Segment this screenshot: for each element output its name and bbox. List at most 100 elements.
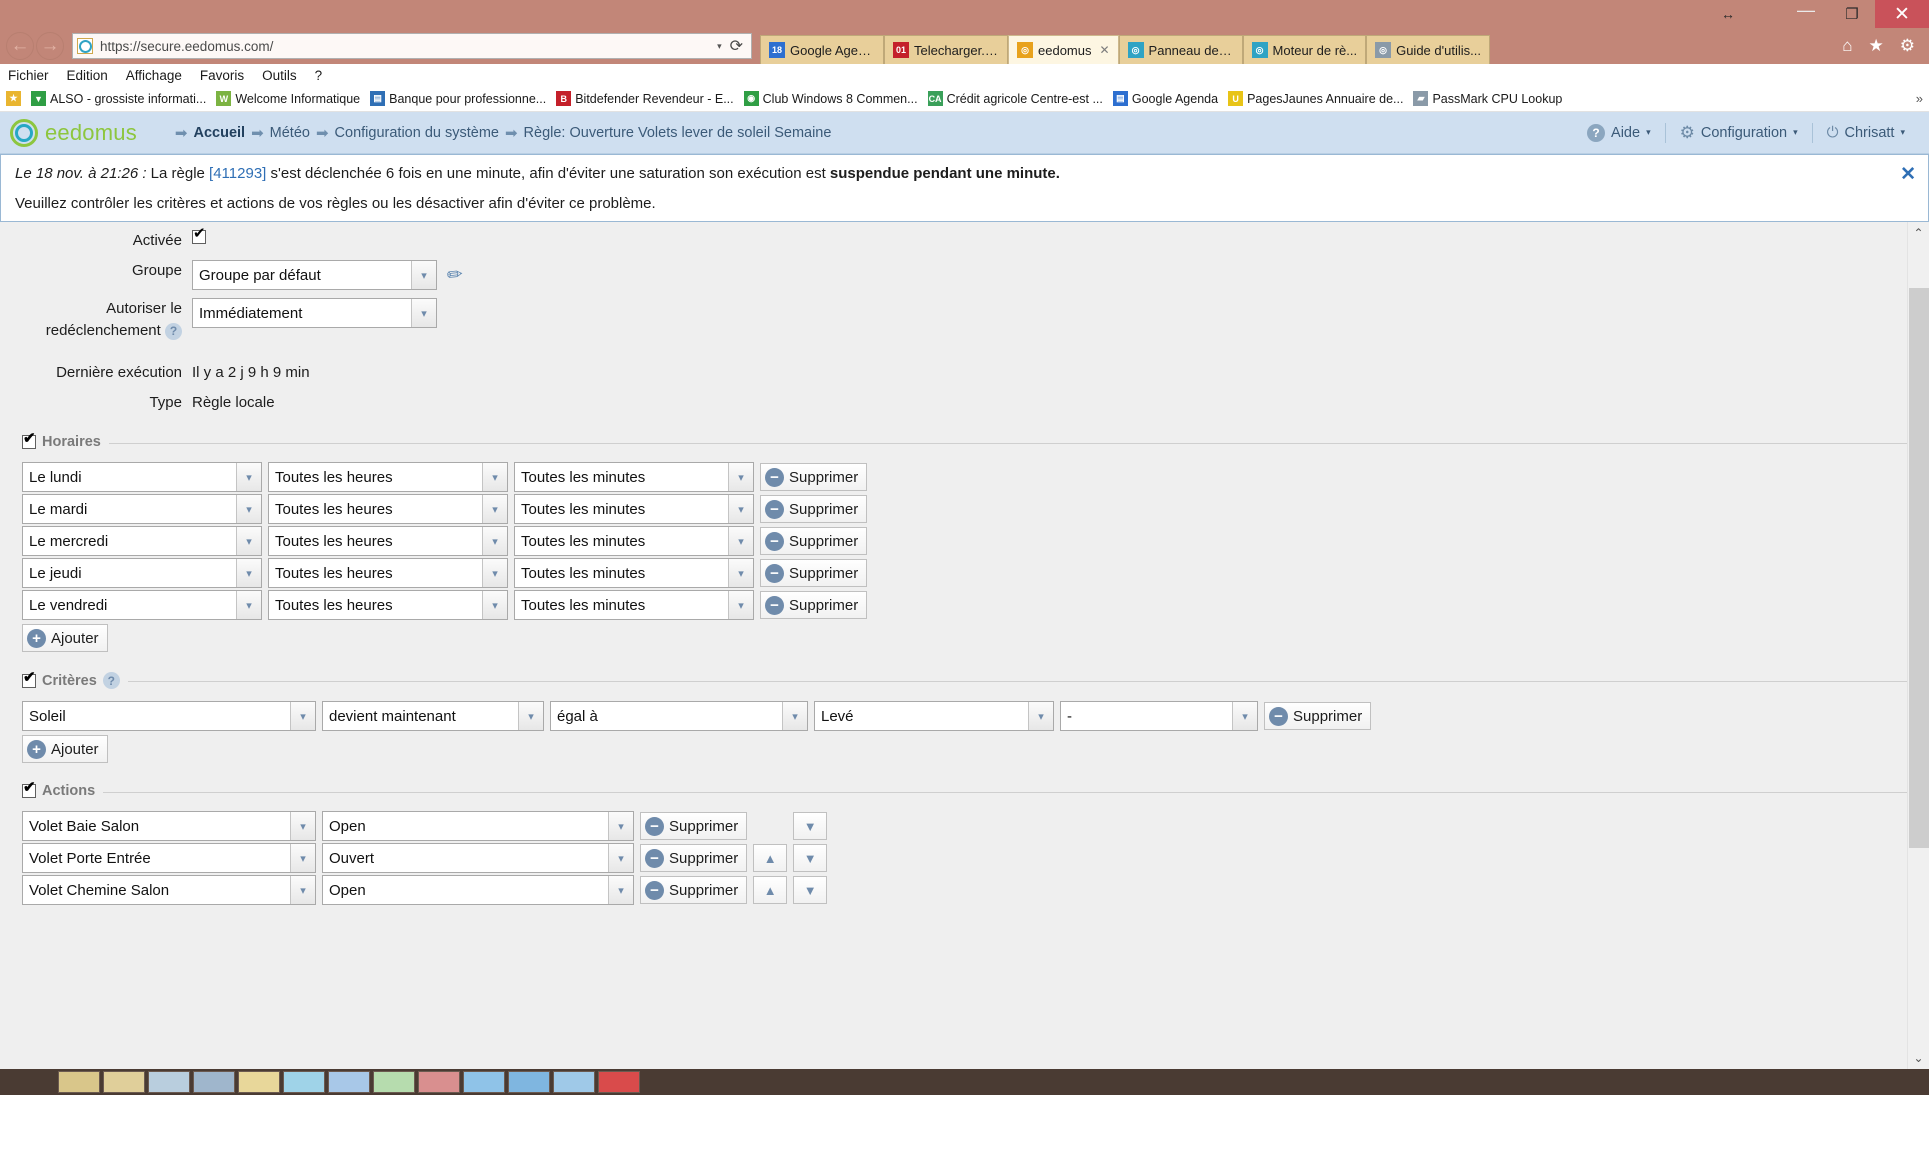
bookmarks-overflow-icon[interactable]: »: [1916, 91, 1923, 106]
horaires-minutes-select-3[interactable]: Toutes les minutes ▾: [514, 558, 754, 588]
breadcrumb-item-2[interactable]: Configuration du système: [335, 125, 499, 141]
browser-tab-5[interactable]: ◎ Guide d'utilis...: [1366, 35, 1490, 64]
browser-tab-4[interactable]: ◎ Moteur de rè...: [1242, 35, 1367, 64]
back-button[interactable]: ←: [6, 32, 34, 60]
scroll-down-button[interactable]: ⌄: [1908, 1047, 1929, 1069]
bookmark-item-2[interactable]: W Welcome Informatique: [216, 91, 360, 106]
taskbar-icon-8[interactable]: [418, 1071, 460, 1093]
scrollbar-thumb[interactable]: [1909, 288, 1929, 848]
scroll-up-button[interactable]: ⌃: [1908, 222, 1929, 244]
bookmark-item-6[interactable]: CA Crédit agricole Centre-est ...: [927, 91, 1103, 106]
delete-row-button[interactable]: − Supprimer: [760, 559, 868, 587]
edit-group-pencil-icon[interactable]: ✏: [446, 263, 464, 288]
taskbar-icon-10[interactable]: [508, 1071, 550, 1093]
browser-tab-1[interactable]: 01 Telecharger.c...: [884, 35, 1008, 64]
horaires-checkbox[interactable]: [22, 431, 36, 449]
actions-move-up-button-1[interactable]: ▲: [753, 844, 788, 872]
browser-tab-3[interactable]: ◎ Panneau de c...: [1118, 35, 1243, 64]
menu-item-0[interactable]: Fichier: [8, 68, 49, 83]
settings-gear-icon[interactable]: ⚙: [1900, 36, 1915, 56]
horaires-day-select-4[interactable]: Le vendredi ▾: [22, 590, 262, 620]
forward-button[interactable]: →: [36, 32, 64, 60]
header-item-user[interactable]: ⏻ Chrisatt ▾: [1813, 124, 1919, 141]
actions-device-select-1[interactable]: Volet Porte Entrée ▾: [22, 843, 316, 873]
actions-device-select-2[interactable]: Volet Chemine Salon ▾: [22, 875, 316, 905]
criteres-value-select-0[interactable]: Levé ▾: [814, 701, 1054, 731]
horaires-day-select-2[interactable]: Le mercredi ▾: [22, 526, 262, 556]
actions-move-down-button-0[interactable]: ▼: [793, 812, 828, 840]
app-logo[interactable]: eedomus: [10, 118, 137, 147]
horaires-minutes-select-1[interactable]: Toutes les minutes ▾: [514, 494, 754, 524]
help-icon[interactable]: ?: [165, 322, 182, 340]
taskbar-icon-4[interactable]: [238, 1071, 280, 1093]
breadcrumb-item-0[interactable]: Accueil: [193, 125, 245, 141]
favorites-icon[interactable]: ★: [1869, 36, 1884, 56]
menu-item-3[interactable]: Favoris: [200, 68, 244, 83]
actions-move-down-button-1[interactable]: ▼: [793, 844, 828, 872]
bookmark-item-7[interactable]: ▤ Google Agenda: [1112, 91, 1218, 106]
address-dropdown-icon[interactable]: ▾: [717, 41, 722, 52]
horaires-day-select-1[interactable]: Le mardi ▾: [22, 494, 262, 524]
reload-icon[interactable]: ⟳: [730, 36, 743, 56]
menu-item-5[interactable]: ?: [315, 68, 323, 83]
enabled-checkbox[interactable]: [192, 226, 206, 244]
menu-item-2[interactable]: Affichage: [126, 68, 182, 83]
delete-row-button[interactable]: − Supprimer: [640, 876, 748, 904]
delete-row-button[interactable]: − Supprimer: [640, 812, 748, 840]
actions-checkbox[interactable]: [22, 780, 36, 798]
bookmark-item-8[interactable]: U PagesJaunes Annuaire de...: [1228, 91, 1403, 106]
address-bar[interactable]: https://secure.eedomus.com/ ▾ ⟳: [72, 33, 752, 59]
taskbar-icon-9[interactable]: [463, 1071, 505, 1093]
actions-command-select-2[interactable]: Open ▾: [322, 875, 634, 905]
menu-item-1[interactable]: Edition: [67, 68, 108, 83]
taskbar-icon-11[interactable]: [553, 1071, 595, 1093]
taskbar-icon-1[interactable]: [103, 1071, 145, 1093]
breadcrumb-item-1[interactable]: Météo: [270, 125, 310, 141]
header-item-configuration[interactable]: ⚙ Configuration ▾: [1666, 123, 1812, 143]
bookmark-item-0[interactable]: ★: [6, 91, 21, 106]
bookmark-item-9[interactable]: ▰ PassMark CPU Lookup: [1413, 91, 1562, 106]
actions-command-select-1[interactable]: Ouvert ▾: [322, 843, 634, 873]
header-item-aide[interactable]: ? Aide ▾: [1573, 123, 1665, 142]
horaires-minutes-select-2[interactable]: Toutes les minutes ▾: [514, 526, 754, 556]
help-icon[interactable]: ?: [102, 672, 120, 689]
criteres-add-button[interactable]: + Ajouter: [22, 735, 108, 763]
delete-row-button[interactable]: − Supprimer: [1264, 702, 1372, 730]
menu-item-4[interactable]: Outils: [262, 68, 297, 83]
horaires-minutes-select-0[interactable]: Toutes les minutes ▾: [514, 462, 754, 492]
group-select[interactable]: Groupe par défaut ▾: [192, 260, 437, 290]
horaires-day-select-0[interactable]: Le lundi ▾: [22, 462, 262, 492]
page-scrollbar[interactable]: ⌃ ⌄: [1907, 222, 1929, 1069]
actions-command-select-0[interactable]: Open ▾: [322, 811, 634, 841]
bookmark-item-5[interactable]: ◉ Club Windows 8 Commen...: [743, 91, 918, 106]
delete-row-button[interactable]: − Supprimer: [760, 495, 868, 523]
taskbar-icon-0[interactable]: [58, 1071, 100, 1093]
resize-handle-icon[interactable]: ↔: [1721, 7, 1735, 21]
alert-close-icon[interactable]: ✕: [1900, 163, 1916, 186]
taskbar-icon-2[interactable]: [148, 1071, 190, 1093]
bookmark-item-3[interactable]: ▤ Banque pour professionne...: [370, 91, 546, 106]
delete-row-button[interactable]: − Supprimer: [760, 591, 868, 619]
browser-tab-0[interactable]: 18 Google Agen...: [760, 35, 884, 64]
horaires-add-button[interactable]: + Ajouter: [22, 624, 108, 652]
delete-row-button[interactable]: − Supprimer: [760, 463, 868, 491]
horaires-minutes-select-4[interactable]: Toutes les minutes ▾: [514, 590, 754, 620]
taskbar-icon-5[interactable]: [283, 1071, 325, 1093]
bookmark-item-1[interactable]: ▼ ALSO - grossiste informati...: [31, 91, 206, 106]
retrigger-select[interactable]: Immédiatement ▾: [192, 298, 437, 328]
alert-rule-link[interactable]: [411293]: [209, 165, 266, 182]
home-icon[interactable]: ⌂: [1842, 36, 1852, 56]
horaires-day-select-3[interactable]: Le jeudi ▾: [22, 558, 262, 588]
actions-move-down-button-2[interactable]: ▼: [793, 876, 828, 904]
delete-row-button[interactable]: − Supprimer: [760, 527, 868, 555]
bookmark-item-4[interactable]: B Bitdefender Revendeur - E...: [556, 91, 734, 106]
breadcrumb-item-3[interactable]: Règle: Ouverture Volets lever de soleil …: [524, 125, 832, 141]
actions-device-select-0[interactable]: Volet Baie Salon ▾: [22, 811, 316, 841]
horaires-hours-select-2[interactable]: Toutes les heures ▾: [268, 526, 508, 556]
criteres-checkbox[interactable]: [22, 670, 36, 688]
taskbar-icon-12[interactable]: [598, 1071, 640, 1093]
criteres-operator-select-0[interactable]: égal à ▾: [550, 701, 808, 731]
taskbar-icon-7[interactable]: [373, 1071, 415, 1093]
horaires-hours-select-4[interactable]: Toutes les heures ▾: [268, 590, 508, 620]
horaires-hours-select-3[interactable]: Toutes les heures ▾: [268, 558, 508, 588]
